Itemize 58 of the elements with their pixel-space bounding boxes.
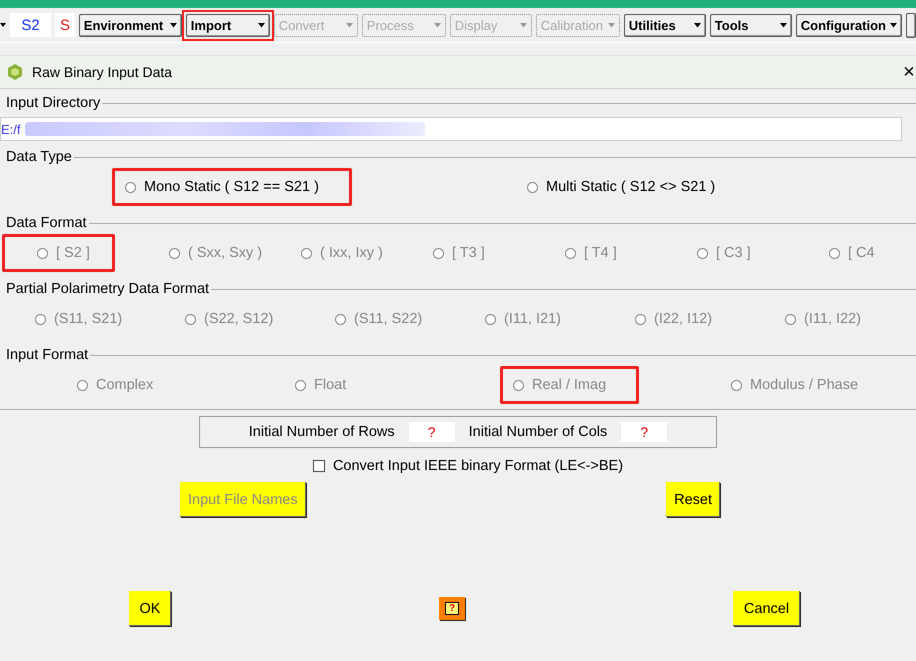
section-title: Partial Polarimetry Data Format bbox=[6, 281, 210, 297]
input-field[interactable]: E:/f bbox=[0, 117, 902, 141]
radio-button[interactable] bbox=[125, 182, 136, 192]
input-field[interactable]: ? bbox=[621, 422, 668, 442]
option-label: (I11, I22) bbox=[804, 311, 861, 327]
app-icon bbox=[6, 63, 24, 81]
menu-button[interactable]: Import bbox=[186, 14, 270, 36]
field-label: Initial Number of Cols bbox=[468, 424, 608, 440]
option-label: Mono Static ( S12 == S21 ) bbox=[144, 179, 319, 195]
option-label: [ C3 ] bbox=[716, 245, 751, 261]
cancel-button[interactable]: Cancel bbox=[733, 591, 800, 626]
section-title: Data Type bbox=[6, 149, 72, 165]
caret-icon bbox=[346, 22, 353, 28]
option-label: [ C4 bbox=[848, 245, 875, 261]
radio-button[interactable] bbox=[527, 182, 538, 192]
caret-icon bbox=[434, 22, 441, 28]
ok-button[interactable]: OK bbox=[129, 591, 171, 626]
checkbox-label: Convert Input IEEE binary Format (LE<->BE) bbox=[332, 458, 624, 474]
option-label: Multi Static ( S12 <> S21 ) bbox=[546, 179, 716, 195]
menu-button[interactable]: Utilities bbox=[624, 14, 706, 36]
caret-icon bbox=[258, 22, 265, 28]
menu-button[interactable]: Environment bbox=[78, 14, 182, 36]
reset-button[interactable]: Reset bbox=[666, 482, 720, 517]
option-label: (I22, I12) bbox=[654, 311, 712, 327]
section-title: Input Format bbox=[6, 347, 88, 363]
option-label: Real / Imag bbox=[532, 377, 606, 393]
input-field[interactable]: ? bbox=[408, 422, 455, 442]
menu-button[interactable] bbox=[906, 12, 916, 38]
close-button[interactable]: × bbox=[902, 62, 916, 82]
help-button[interactable]: ? bbox=[439, 597, 465, 620]
option-label: [ T3 ] bbox=[452, 245, 485, 261]
caret-icon bbox=[0, 21, 6, 29]
window-title: Raw Binary Input Data bbox=[32, 64, 172, 80]
section-title: Input Directory bbox=[6, 95, 100, 111]
option-label: (I11, I21) bbox=[504, 311, 561, 327]
caret-icon bbox=[694, 22, 701, 28]
menu-button[interactable]: Tools bbox=[710, 14, 792, 36]
field-label: Initial Number of Rows bbox=[248, 424, 395, 440]
option-label: (S11, S22) bbox=[354, 311, 422, 327]
option-label: (S22, S12) bbox=[204, 311, 274, 327]
s-label: S bbox=[55, 13, 75, 37]
option-label: Complex bbox=[96, 377, 154, 393]
caret-icon bbox=[890, 22, 897, 28]
caret-icon bbox=[520, 22, 527, 28]
option-label: [ S2 ] bbox=[56, 245, 90, 261]
caret-icon bbox=[170, 22, 177, 28]
checkbox[interactable] bbox=[312, 460, 325, 472]
mode-label: S2 bbox=[10, 13, 52, 37]
option-label: Float bbox=[314, 377, 346, 393]
option-label: [ T4 ] bbox=[584, 245, 617, 261]
menu-button[interactable]: Configuration bbox=[796, 14, 902, 36]
section-title: Data Format bbox=[6, 215, 87, 231]
caret-icon bbox=[780, 22, 787, 28]
option-label: ( Sxx, Sxy ) bbox=[188, 245, 262, 261]
option-label: Modulus / Phase bbox=[750, 377, 858, 393]
option-label: (S11, S21) bbox=[54, 311, 122, 327]
option-label: ( Ixx, Ixy ) bbox=[320, 245, 383, 261]
caret-icon bbox=[608, 22, 615, 28]
